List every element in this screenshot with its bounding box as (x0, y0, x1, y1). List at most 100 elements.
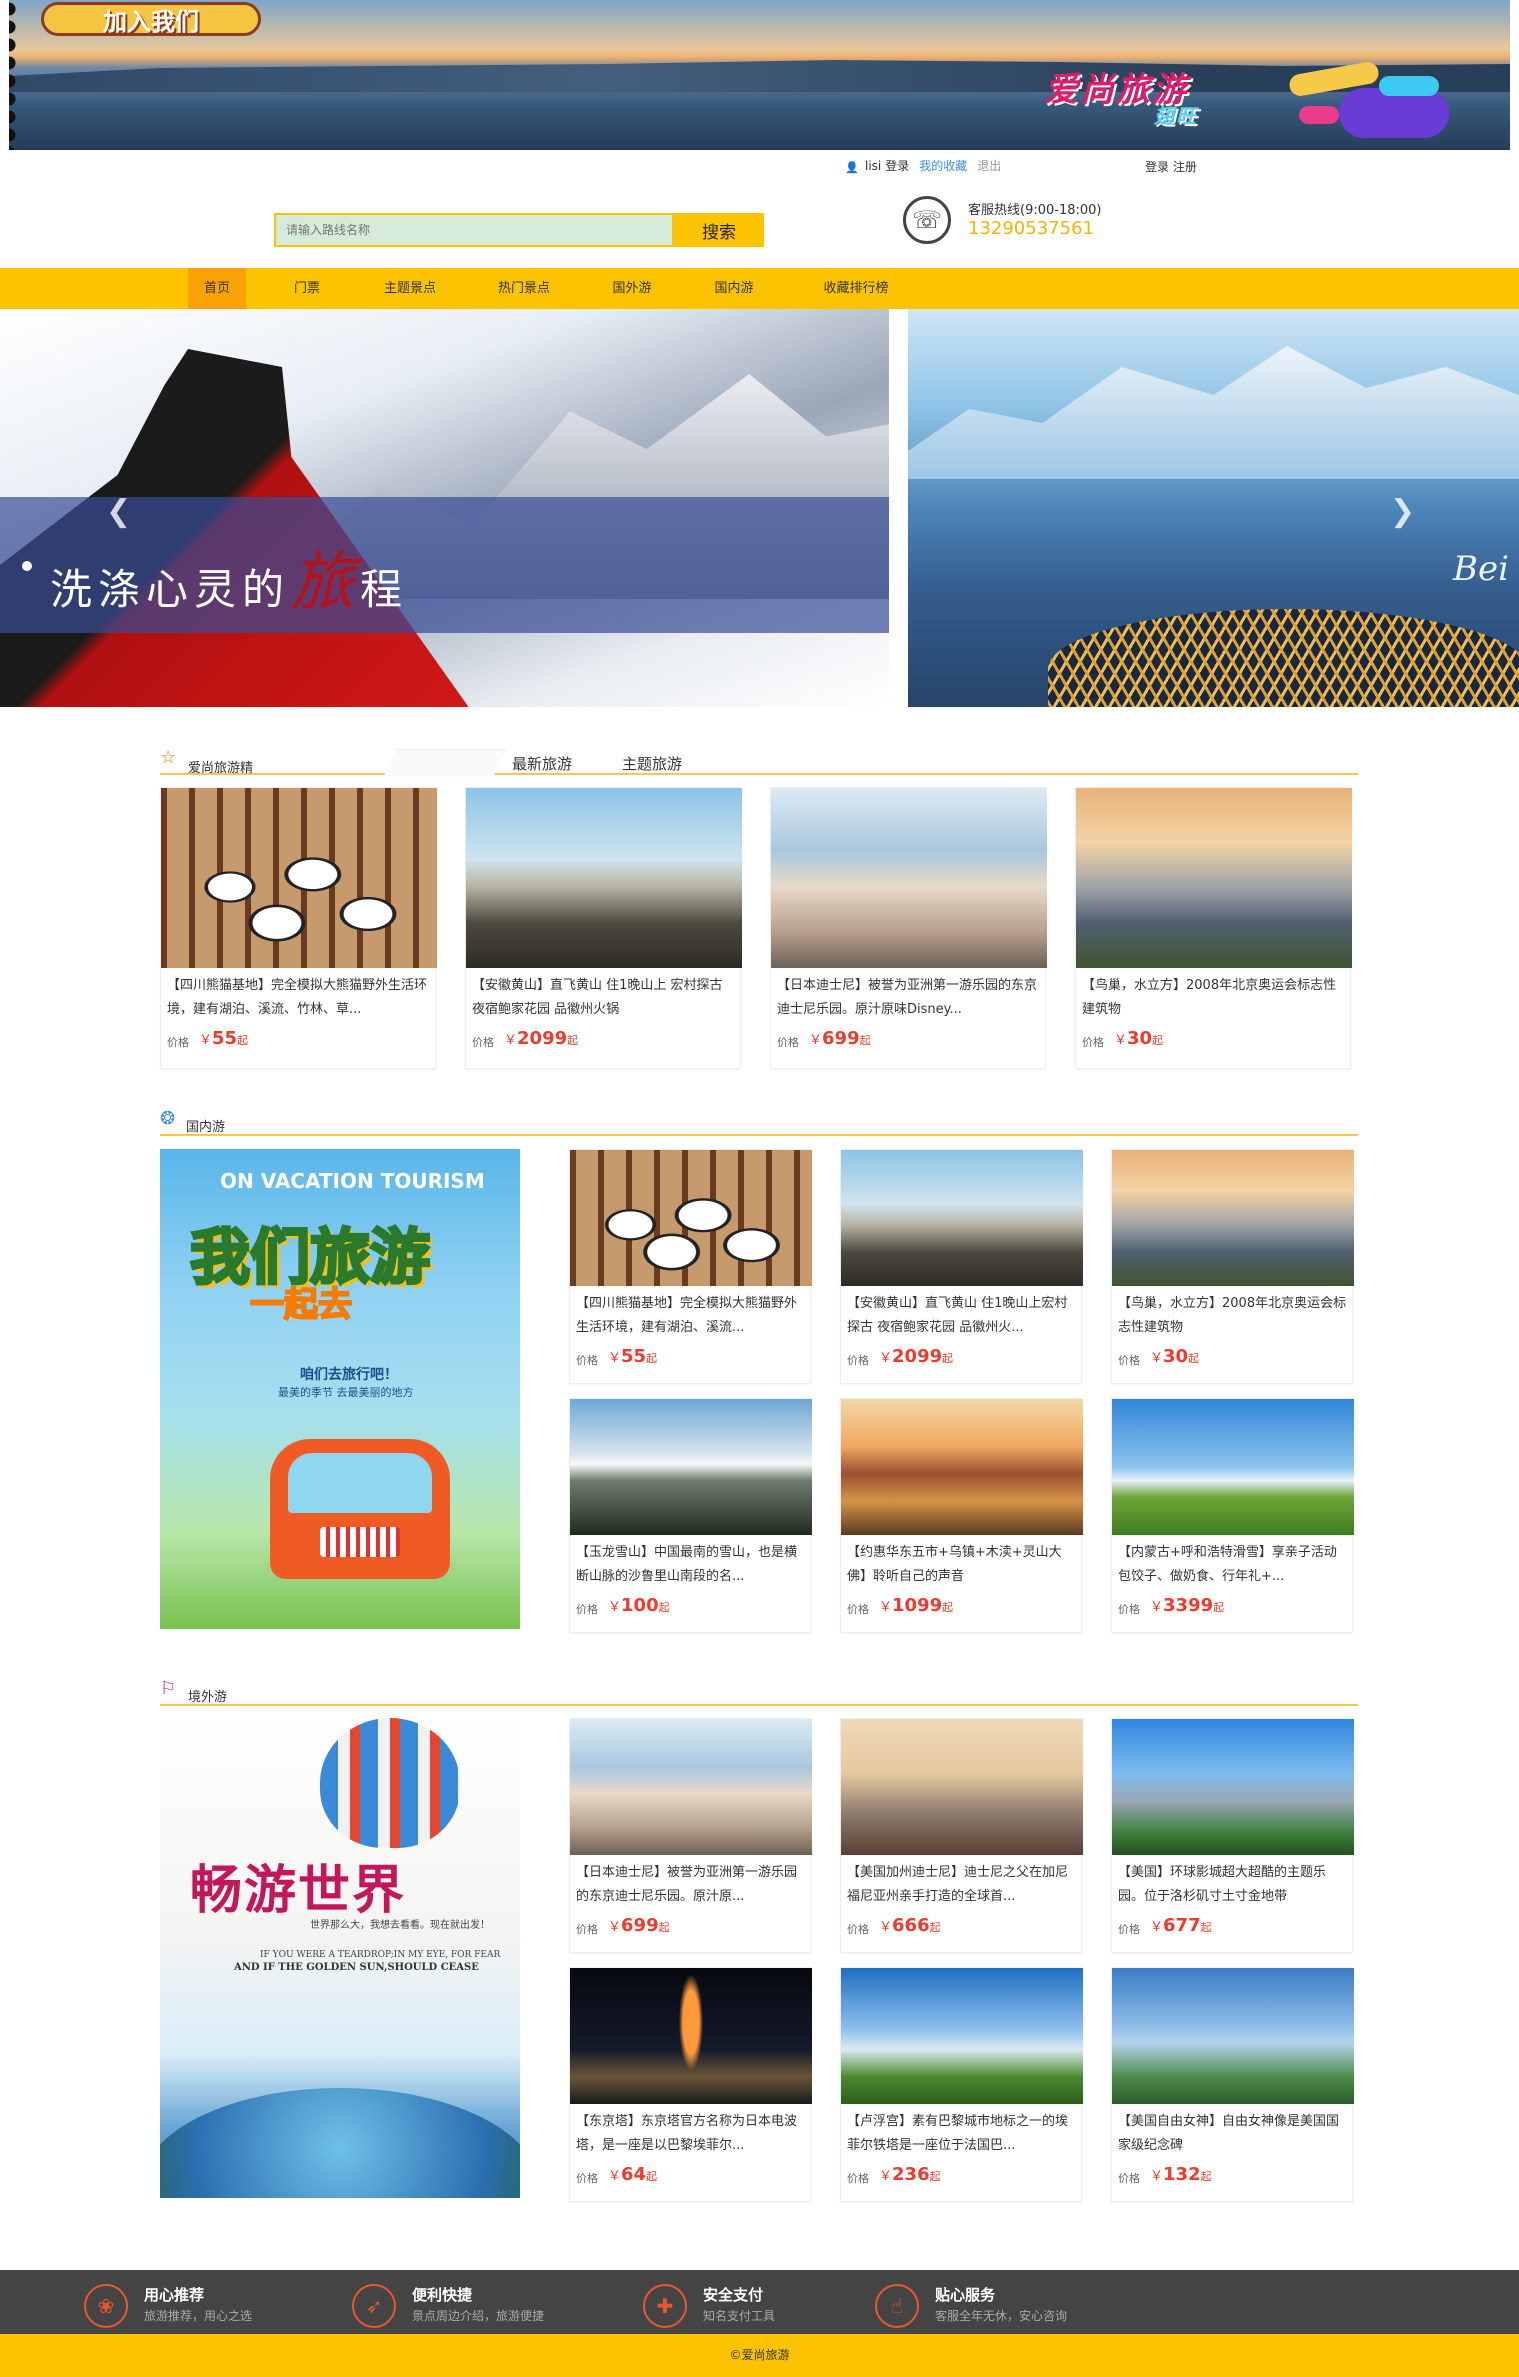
copyright: ©爱尚旅游 (0, 2334, 1519, 2377)
domestic-poster[interactable]: ON VACATION TOURISM 我们旅游 一起去 咱们去旅行吧！ 最美的… (160, 1149, 520, 1629)
tour-card[interactable]: 【日本迪士尼】被誉为亚洲第一游乐园的东京迪士尼乐园。原汁原... 价格 ￥699起 (569, 1718, 812, 1953)
login-register-link[interactable]: 登录 注册 (1145, 158, 1197, 175)
price-label: 价格 (847, 2172, 869, 2185)
tour-price: ￥30起 (1114, 1028, 1164, 1049)
tour-description[interactable]: 【四川熊猫基地】完全模拟大熊猫野外生活环境，建有湖泊、溪流、竹林、草... (167, 974, 431, 1022)
tour-description[interactable]: 【约惠华东五市+乌镇+木渎+灵山大佛】聆听自己的声音 (847, 1541, 1077, 1589)
price-label: 价格 (847, 1923, 869, 1936)
tour-description[interactable]: 【美国加州迪士尼】迪士尼之父在加尼福尼亚州亲手打造的全球首... (847, 1861, 1077, 1909)
tour-card[interactable]: 【四川熊猫基地】完全模拟大熊猫野外生活环境，建有湖泊、溪流、竹林、草... 价格 ￥… (160, 787, 437, 1069)
price-label: 价格 (1118, 1923, 1140, 1936)
thumb-icon: ☝ (875, 2284, 919, 2328)
carousel-prev-icon[interactable]: ❮ (106, 494, 131, 529)
nav-item-domestic[interactable]: 国内游 (700, 268, 768, 309)
tour-price: ￥30起 (1150, 1346, 1200, 1367)
main-nav: 首页 门票 主题景点 热门景点 国外游 国内游 收藏排行榜 (0, 268, 1519, 309)
tour-thumbnail[interactable] (466, 788, 742, 968)
tour-thumbnail[interactable] (570, 1150, 812, 1286)
brand-decoration (1279, 58, 1469, 148)
tour-thumbnail[interactable] (841, 1399, 1083, 1535)
search-input[interactable] (274, 213, 674, 247)
tour-thumbnail[interactable] (771, 788, 1047, 968)
poster-subtitle: 世界那么大，我想去看看。现在就出发！ (310, 1920, 490, 1931)
tour-description[interactable]: 【卢浮宫】素有巴黎城市地标之一的埃菲尔铁塔是一座位于法国巴... (847, 2110, 1077, 2158)
tour-thumbnail[interactable] (1112, 1968, 1354, 2104)
tour-card[interactable]: 【日本迪士尼】被誉为亚洲第一游乐园的东京迪士尼乐园。原汁原味Disney... 价… (770, 787, 1047, 1069)
tour-description[interactable]: 【鸟巢，水立方】2008年北京奥运会标志性建筑物 (1082, 974, 1346, 1022)
hero-carousel: 洗涤心灵的旅程 Bei ❮ ❯ (0, 309, 1519, 707)
tour-card[interactable]: 【约惠华东五市+乌镇+木渎+灵山大佛】聆听自己的声音 价格 ￥1099起 (840, 1398, 1083, 1633)
tour-description[interactable]: 【四川熊猫基地】完全模拟大熊猫野外生活环境，建有湖泊、溪流... (576, 1292, 806, 1340)
nav-item-home[interactable]: 首页 (188, 268, 246, 309)
tour-description[interactable]: 【玉龙雪山】中国最南的雪山，也是横断山脉的沙鲁里山南段的名... (576, 1541, 806, 1589)
tour-card[interactable]: 【四川熊猫基地】完全模拟大熊猫野外生活环境，建有湖泊、溪流... 价格 ￥55起 (569, 1149, 812, 1384)
carousel-next-icon[interactable]: ❯ (1390, 494, 1415, 529)
price-label: 价格 (847, 1354, 869, 1367)
nav-item-abroad[interactable]: 国外游 (598, 268, 666, 309)
tour-thumbnail[interactable] (841, 1968, 1083, 2104)
tour-price: ￥1099起 (879, 1595, 954, 1616)
nav-item-favorites-rank[interactable]: 收藏排行榜 (806, 268, 906, 309)
location-icon: ⚐ (160, 1678, 177, 1699)
tour-description[interactable]: 【美国自由女神】自由女神像是美国国家级纪念碑 (1118, 2110, 1348, 2158)
carousel-slide-snow[interactable]: 洗涤心灵的旅程 (0, 309, 889, 707)
abroad-poster[interactable]: 畅游世界 世界那么大，我想去看看。现在就出发！ IF YOU WERE A TE… (160, 1718, 520, 2198)
header-banner: 加入我们 爱尚旅游 翅旺 (9, 0, 1510, 150)
tour-description[interactable]: 【内蒙古+呼和浩特滑雪】享亲子活动包饺子、做奶食、行年礼+... (1118, 1541, 1348, 1589)
tour-thumbnail[interactable] (1112, 1719, 1354, 1855)
tour-thumbnail[interactable] (841, 1719, 1083, 1855)
tour-card[interactable]: 【美国加州迪士尼】迪士尼之父在加尼福尼亚州亲手打造的全球首... 价格 ￥666起 (840, 1718, 1083, 1953)
tour-thumbnail[interactable] (1076, 788, 1352, 968)
tour-card[interactable]: 【鸟巢，水立方】2008年北京奥运会标志性建筑物 价格 ￥30起 (1111, 1149, 1354, 1384)
tour-card[interactable]: 【玉龙雪山】中国最南的雪山，也是横断山脉的沙鲁里山南段的名... 价格 ￥100起 (569, 1398, 812, 1633)
poster-en-line1: IF YOU WERE A TEARDROP;IN MY EYE, FOR FE… (260, 1950, 501, 1960)
login-link[interactable]: 登录 (885, 157, 909, 174)
tour-price: ￥2099起 (879, 1346, 954, 1367)
tab-latest[interactable]: 最新旅游 (512, 753, 572, 774)
domestic-title: 国内游 (186, 1120, 226, 1135)
tour-card[interactable]: 【安徽黄山】直飞黄山 住1晚山上 宏村探古 夜宿鲍家花园 品徽州火锅 价格 ￥209… (465, 787, 742, 1069)
tour-thumbnail[interactable] (570, 1719, 812, 1855)
shield-icon: ✚ (643, 2284, 687, 2328)
tour-price: ￥132起 (1150, 2164, 1212, 2185)
carousel-slide-beijing[interactable]: Bei (908, 309, 1519, 707)
tour-card[interactable]: 【鸟巢，水立方】2008年北京奥运会标志性建筑物 价格 ￥30起 (1075, 787, 1352, 1069)
tour-description[interactable]: 【日本迪士尼】被誉为亚洲第一游乐园的东京迪士尼乐园。原汁原... (576, 1861, 806, 1909)
tour-thumbnail[interactable] (570, 1968, 812, 2104)
globe-illustration (160, 2088, 520, 2198)
tour-card[interactable]: 【东京塔】东京塔官方名称为日本电波塔，是一座是以巴黎埃菲尔... 价格 ￥64起 (569, 1967, 812, 2202)
nav-item-tickets[interactable]: 门票 (278, 268, 336, 309)
brand-logo: 爱尚旅游 翅旺 (1044, 62, 1294, 128)
nav-item-hot-spots[interactable]: 热门景点 (484, 268, 564, 309)
username: lisi (865, 158, 882, 173)
tour-description[interactable]: 【安徽黄山】直飞黄山 住1晚山上 宏村探古 夜宿鲍家花园 品徽州火锅 (472, 974, 736, 1022)
tour-description[interactable]: 【美国】环球影城超大超酷的主题乐园。位于洛杉矶寸土寸金地带 (1118, 1861, 1348, 1909)
join-us-badge[interactable]: 加入我们 (41, 2, 261, 36)
search-button[interactable]: 搜索 (674, 213, 764, 247)
my-favorites-link[interactable]: 我的收藏 (919, 157, 967, 174)
logout-link[interactable]: 退出 (977, 157, 1001, 174)
carousel-indicator[interactable] (22, 561, 32, 571)
tour-thumbnail[interactable] (570, 1399, 812, 1535)
tab-theme[interactable]: 主题旅游 (622, 753, 682, 774)
tour-thumbnail[interactable] (1112, 1150, 1354, 1286)
tour-card[interactable]: 【卢浮宫】素有巴黎城市地标之一的埃菲尔铁塔是一座位于法国巴... 价格 ￥236起 (840, 1967, 1083, 2202)
carousel-slide-text: Bei (1453, 549, 1509, 589)
tour-card[interactable]: 【内蒙古+呼和浩特滑雪】享亲子活动包饺子、做奶食、行年礼+... 价格 ￥3399起 (1111, 1398, 1354, 1633)
rocket-icon: ➶ (352, 2284, 396, 2328)
tour-thumbnail[interactable] (161, 788, 437, 968)
tour-description[interactable]: 【安徽黄山】直飞黄山 住1晚山上宏村探古 夜宿鲍家花园 品徽州火... (847, 1292, 1077, 1340)
tour-card[interactable]: 【美国自由女神】自由女神像是美国国家级纪念碑 价格 ￥132起 (1111, 1967, 1354, 2202)
abroad-section-header: ⚐ 境外游 (160, 1676, 1358, 1706)
tour-card[interactable]: 【美国】环球影城超大超酷的主题乐园。位于洛杉矶寸土寸金地带 价格 ￥677起 (1111, 1718, 1354, 1953)
tour-description[interactable]: 【日本迪士尼】被誉为亚洲第一游乐园的东京迪士尼乐园。原汁原味Disney... (777, 974, 1041, 1022)
nav-item-theme-spots[interactable]: 主题景点 (370, 268, 450, 309)
tour-description[interactable]: 【东京塔】东京塔官方名称为日本电波塔，是一座是以巴黎埃菲尔... (576, 2110, 806, 2158)
tour-card[interactable]: 【安徽黄山】直飞黄山 住1晚山上宏村探古 夜宿鲍家花园 品徽州火... 价格 ￥20… (840, 1149, 1083, 1384)
tour-description[interactable]: 【鸟巢，水立方】2008年北京奥运会标志性建筑物 (1118, 1292, 1348, 1340)
price-label: 价格 (1118, 1603, 1140, 1616)
hotline-number: 13290537561 (968, 218, 1094, 239)
recommend-icon: ❀ (84, 2284, 128, 2328)
tour-thumbnail[interactable] (1112, 1399, 1354, 1535)
tour-thumbnail[interactable] (841, 1150, 1083, 1286)
